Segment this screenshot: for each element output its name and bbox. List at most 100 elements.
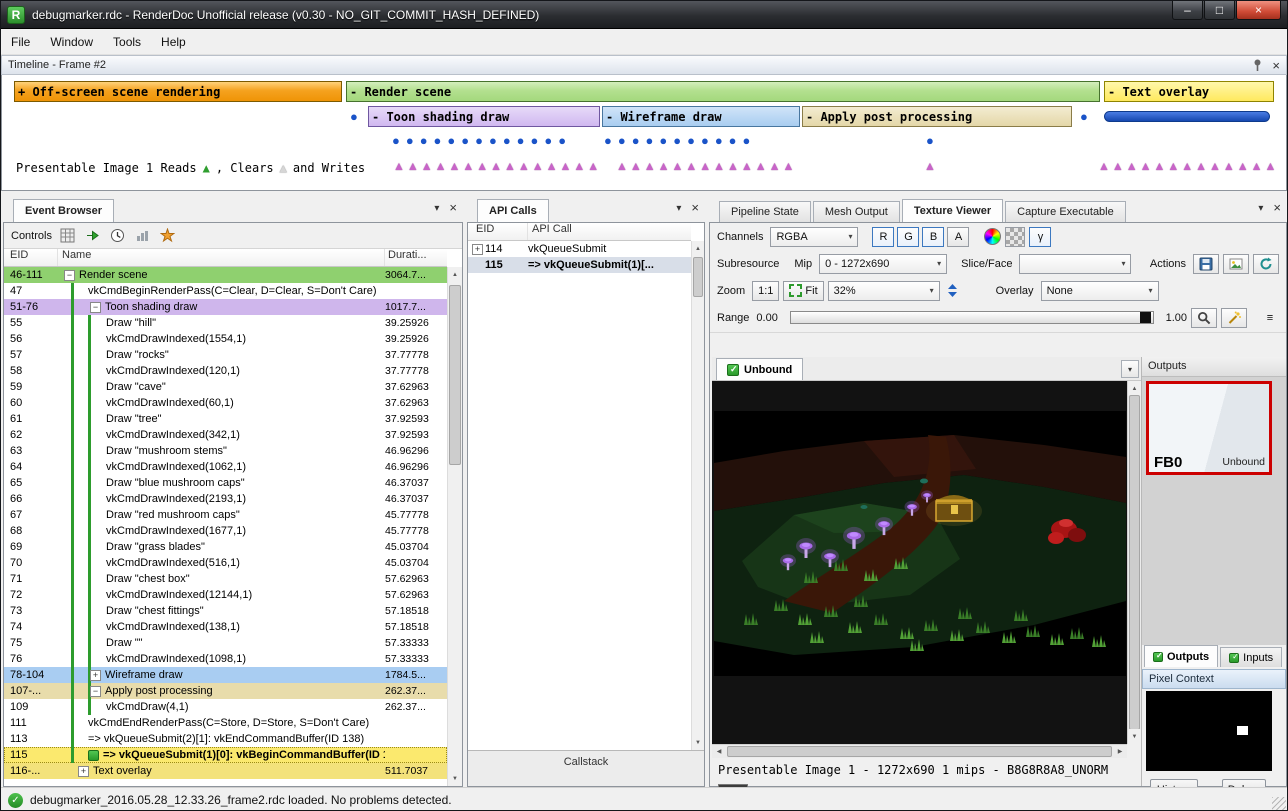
pixel-context-view[interactable] (1146, 691, 1272, 771)
autofit-range-button[interactable] (1221, 308, 1247, 328)
range-slider-handle[interactable] (1140, 312, 1151, 323)
chevron-down-icon[interactable] (676, 203, 681, 215)
close-icon[interactable] (449, 203, 457, 215)
draw-event-dots[interactable]: ●●●●●●●●●●●●● (392, 133, 572, 148)
mip-select[interactable]: 0 - 1272x690 (819, 254, 947, 274)
event-dot[interactable]: ● (1080, 109, 1088, 124)
panel-tab[interactable]: Mesh Output (813, 201, 900, 222)
timeline-canvas[interactable]: + Off-screen scene rendering - Render sc… (1, 75, 1287, 191)
resize-grip[interactable] (1272, 797, 1286, 811)
timeline-panel-header[interactable]: Timeline - Frame #2 (1, 55, 1287, 75)
chevron-down-icon[interactable] (434, 203, 439, 215)
open-image-button[interactable] (1223, 254, 1249, 274)
tree-expander[interactable]: + (472, 244, 483, 255)
scroll-down-icon[interactable]: ▼ (692, 735, 704, 750)
channels-select[interactable]: RGBA (770, 227, 858, 247)
column-eid[interactable]: EID (4, 249, 58, 266)
range-slider[interactable] (790, 311, 1154, 324)
fb0-thumbnail[interactable]: FB0 Unbound (1146, 381, 1272, 475)
tree-expander[interactable]: + (78, 766, 89, 777)
tree-expander[interactable]: − (64, 270, 75, 281)
scroll-down-icon[interactable]: ▼ (1128, 729, 1141, 744)
zoom-level-select[interactable]: 32% (828, 281, 940, 301)
draw-event-dots[interactable]: ●●●●●●●●●●● (604, 133, 756, 148)
scroll-up-icon[interactable]: ▲ (1128, 381, 1141, 396)
close-icon[interactable] (1273, 203, 1281, 215)
scrollbar-thumb[interactable] (1129, 395, 1140, 730)
panel-tab[interactable]: Texture Viewer (902, 199, 1003, 222)
channel-toggle[interactable]: G (897, 227, 919, 247)
write-markers[interactable]: ▲▲▲▲▲▲▲▲▲▲▲▲▲ (1098, 159, 1278, 173)
channel-toggle[interactable]: R (872, 227, 894, 247)
time-draws-button[interactable] (109, 227, 127, 245)
scroll-up-icon[interactable]: ▲ (448, 267, 462, 282)
texture-horizontal-scrollbar[interactable]: ◀ ▶ (712, 744, 1127, 758)
tab-api-calls[interactable]: API Calls (477, 199, 549, 222)
scrollbar-thumb[interactable] (449, 285, 461, 465)
api-call-row[interactable]: 115 => vkQueueSubmit(1)[... (468, 257, 691, 273)
io-tab[interactable]: Outputs (1144, 645, 1218, 667)
event-browser-scrollbar[interactable]: ▲ ▼ (447, 267, 462, 786)
timeline-event-pill[interactable] (1104, 111, 1270, 122)
minimize-button[interactable]: – (1172, 1, 1203, 20)
texture-vertical-scrollbar[interactable]: ▲ ▼ (1127, 381, 1141, 744)
write-markers[interactable]: ▲ (924, 159, 938, 173)
api-calls-scrollbar[interactable]: ▲ ▼ (691, 241, 704, 750)
overlay-select[interactable]: None (1041, 281, 1159, 301)
chevron-down-icon[interactable] (1258, 203, 1263, 215)
titlebar[interactable]: debugmarker.rdc - RenderDoc Unofficial r… (1, 1, 1287, 29)
timeline-bar[interactable]: - Render scene (346, 81, 1100, 102)
menu-item[interactable]: Window (40, 31, 103, 53)
close-icon[interactable] (691, 203, 699, 215)
menu-item[interactable]: File (1, 31, 40, 53)
range-min-value[interactable]: 0.00 (756, 312, 777, 324)
scrollbar-thumb[interactable] (693, 257, 703, 297)
column-duration[interactable]: Durati... (385, 249, 447, 266)
texture-list-dropdown[interactable] (1121, 360, 1139, 378)
channel-toggle[interactable]: A (947, 227, 969, 247)
pin-icon[interactable] (1251, 58, 1264, 72)
goto-eid-button[interactable] (84, 227, 102, 245)
checkerboard-background-button[interactable] (1005, 227, 1025, 247)
column-name[interactable]: Name (58, 249, 385, 266)
fit-button[interactable]: Fit (783, 281, 823, 301)
hdr-mul-button[interactable] (983, 228, 1001, 246)
panel-tab[interactable]: Capture Executable (1005, 201, 1126, 222)
api-call-row[interactable]: + 114 vkQueueSubmit (468, 241, 691, 257)
tab-current-texture[interactable]: Unbound (716, 358, 803, 380)
tab-event-browser[interactable]: Event Browser (13, 199, 114, 222)
scroll-up-icon[interactable]: ▲ (692, 241, 704, 256)
refresh-button[interactable] (1253, 254, 1279, 274)
range-max-value[interactable]: 1.00 (1166, 312, 1187, 324)
channel-toggle[interactable]: B (922, 227, 944, 247)
filter-grid-button[interactable] (59, 227, 77, 245)
scroll-right-icon[interactable]: ▶ (1113, 745, 1127, 758)
io-tab[interactable]: Inputs (1220, 647, 1282, 667)
write-markers[interactable]: ▲▲▲▲▲▲▲▲▲▲▲▲▲ (616, 159, 796, 173)
timeline-bar[interactable]: + Off-screen scene rendering (14, 81, 342, 102)
draw-event-dots[interactable]: ● (926, 133, 940, 148)
texture-canvas[interactable] (712, 381, 1127, 744)
column-api-call[interactable]: API Call (528, 223, 691, 240)
tree-expander[interactable]: + (90, 670, 101, 681)
menu-item[interactable]: Help (151, 31, 196, 53)
event-row[interactable]: 116-... + Text overlay 511.7037 (4, 763, 447, 779)
slice-face-select[interactable] (1019, 254, 1131, 274)
tree-expander[interactable]: − (90, 302, 101, 313)
column-eid[interactable]: EID (468, 223, 528, 240)
tree-expander[interactable]: − (90, 686, 101, 697)
scroll-left-icon[interactable]: ◀ (712, 745, 726, 758)
close-button[interactable]: × (1236, 1, 1281, 20)
bookmark-button[interactable] (159, 227, 177, 245)
callstack-section[interactable]: Callstack (468, 750, 704, 786)
zoom-1to1-button[interactable]: 1:1 (752, 281, 779, 301)
gamma-button[interactable]: γ (1029, 227, 1051, 247)
menu-item[interactable]: Tools (103, 31, 151, 53)
timeline-bar[interactable]: - Text overlay (1104, 81, 1274, 102)
save-texture-button[interactable] (1193, 254, 1219, 274)
event-dot[interactable]: ● (350, 109, 358, 124)
write-markers[interactable]: ▲▲▲▲▲▲▲▲▲▲▲▲▲▲▲ (393, 159, 601, 173)
maximize-button[interactable]: □ (1204, 1, 1235, 20)
zoom-range-button[interactable] (1191, 308, 1217, 328)
panel-tab[interactable]: Pipeline State (719, 201, 811, 222)
